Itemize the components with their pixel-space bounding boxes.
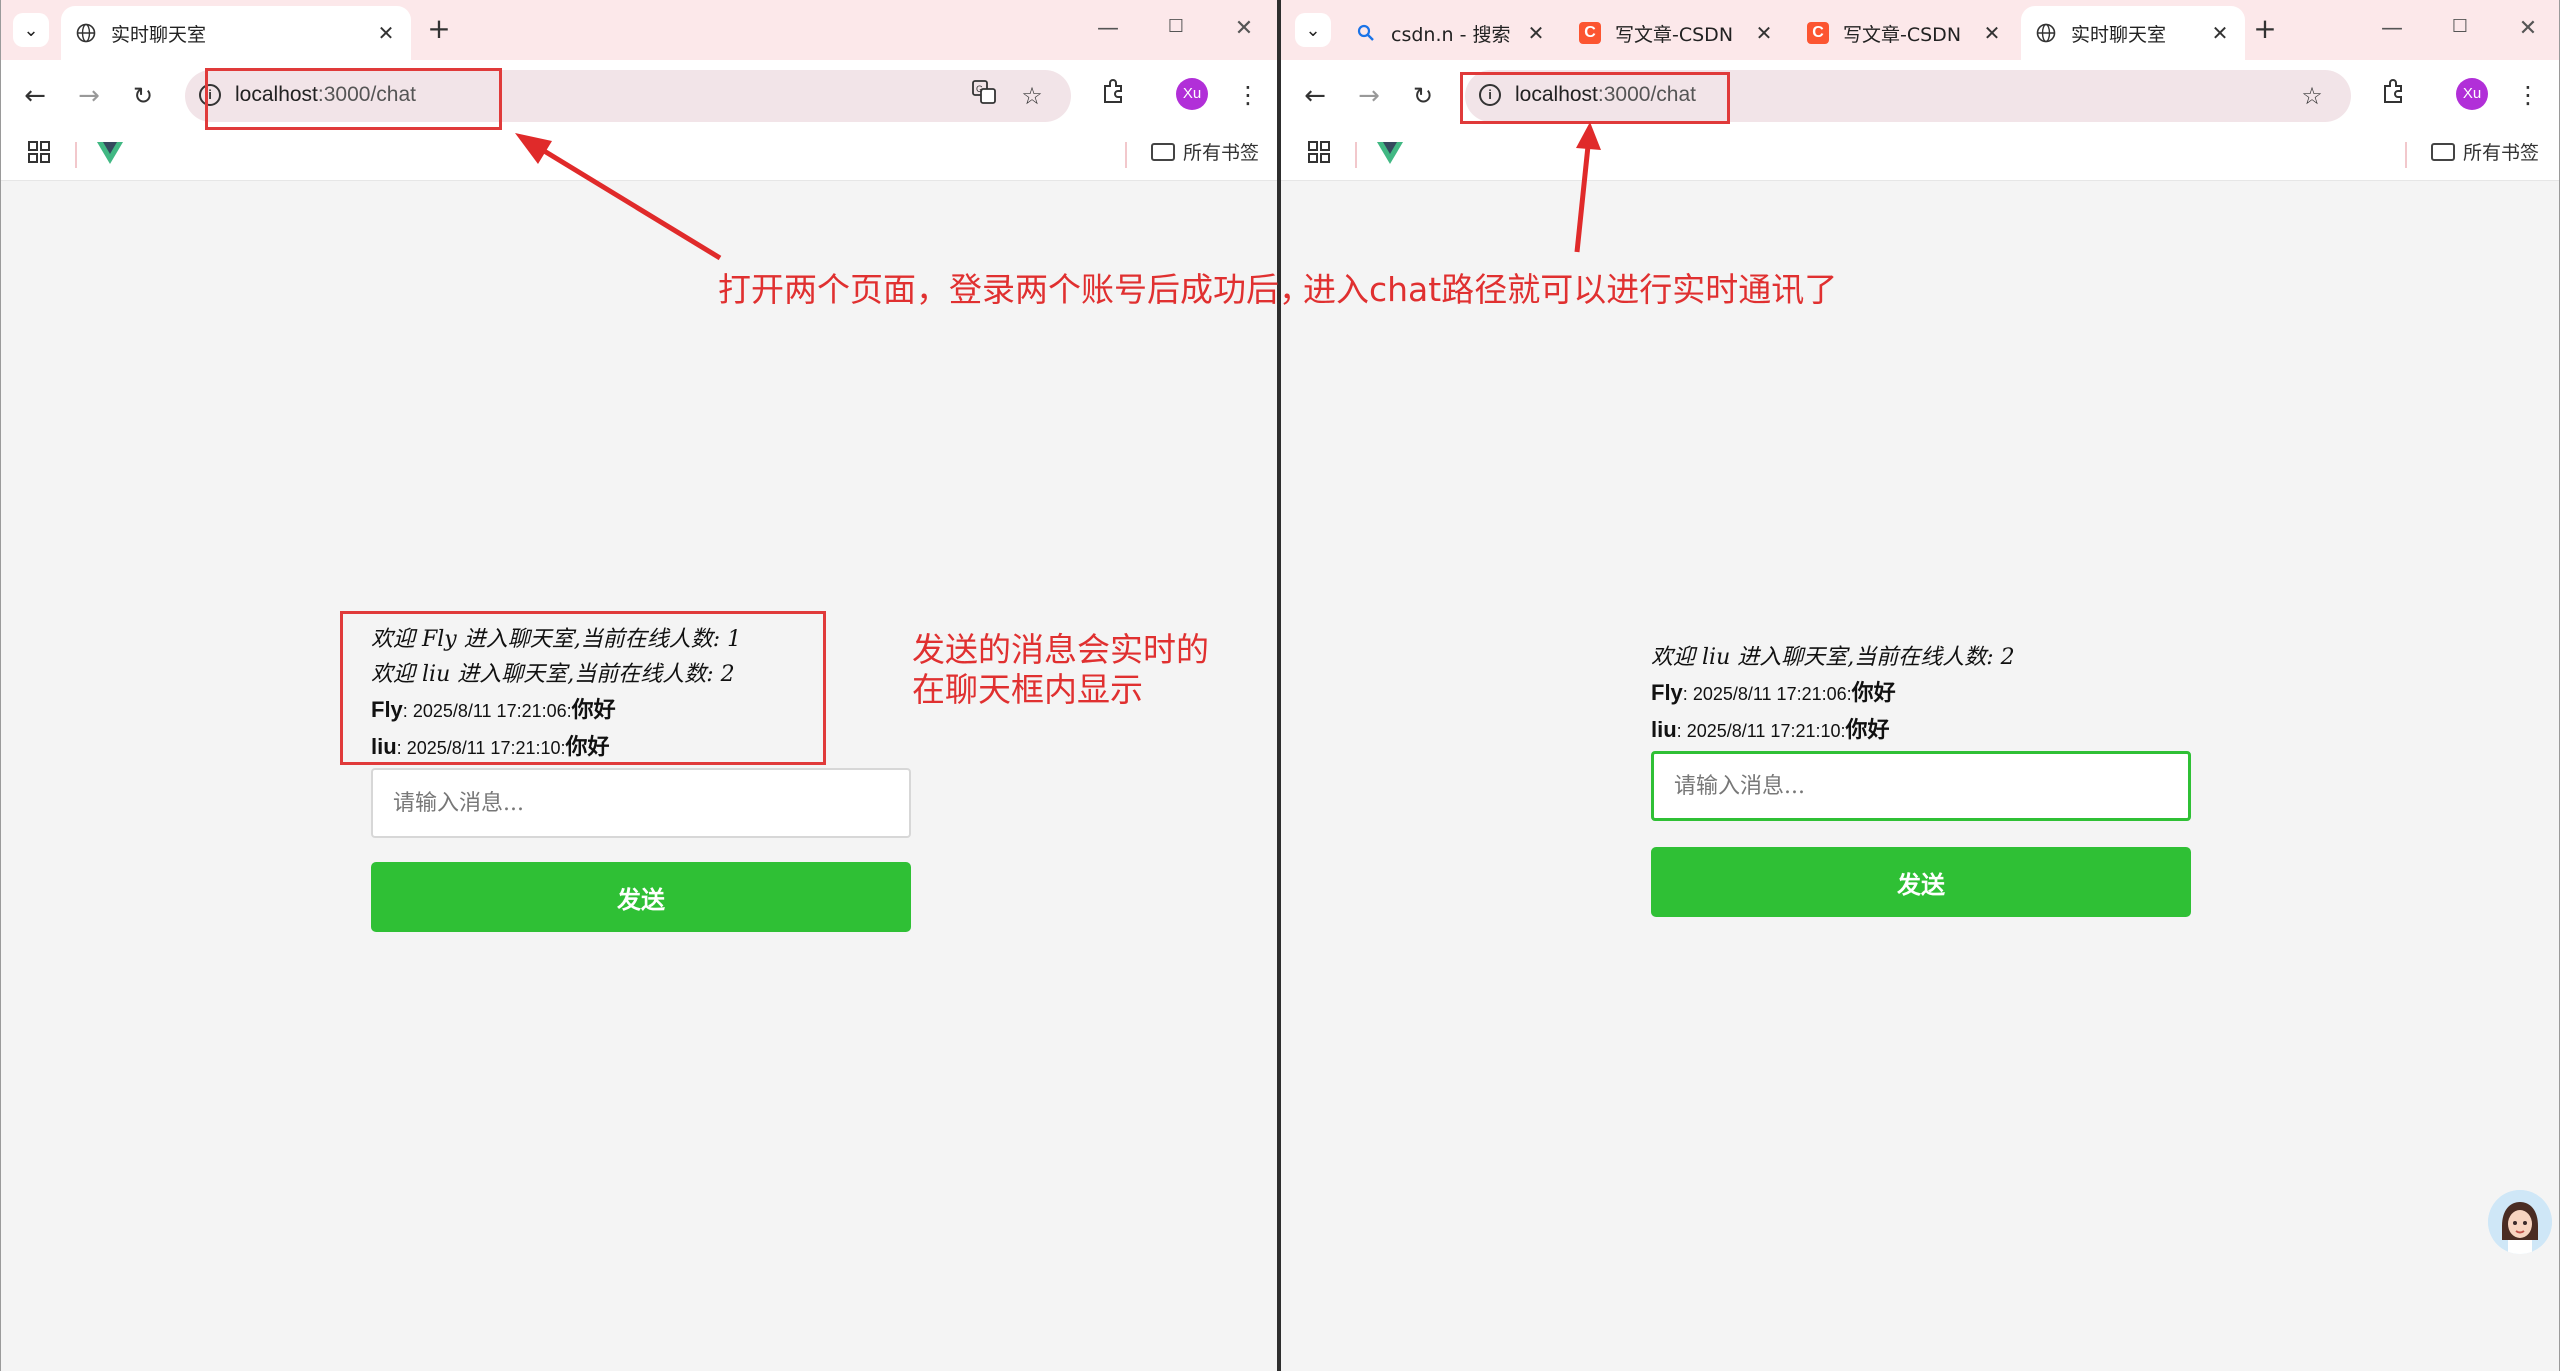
menu-kebab-icon[interactable]: ⋮	[1231, 78, 1265, 112]
message-list: 欢迎 liu 进入聊天室,当前在线人数: 2 Fly: 2025/8/11 17…	[1651, 640, 2191, 749]
message-text: 你好	[1845, 717, 1890, 743]
tab-search[interactable]: csdn.n - 搜索 ✕	[1341, 6, 1561, 60]
minimize-button[interactable]: —	[2377, 16, 2407, 41]
bookmark-star-icon[interactable]: ☆	[1015, 79, 1049, 113]
new-tab-button[interactable]: +	[2249, 14, 2281, 46]
tab-csdn-editor[interactable]: C 写文章-CSDN ✕	[1565, 6, 1789, 60]
csdn-icon: C	[1807, 22, 1829, 44]
highlight-box-right-url	[1460, 72, 1730, 124]
reload-button[interactable]: ↻	[125, 78, 161, 114]
annotation-text: 进入chat路径就可以进行实时通讯了	[1303, 270, 1838, 309]
tab-search-button[interactable]: ⌄	[1295, 13, 1331, 47]
globe-icon	[2035, 22, 2057, 44]
message-time: 2025/8/11 17:21:10	[1686, 721, 1841, 741]
message-input[interactable]	[371, 768, 911, 838]
minimize-button[interactable]: —	[1093, 16, 1123, 41]
toolbar: ← → ↻ i localhost:3000/chat G ☆ Xu ⋮	[1, 60, 1279, 130]
tab-title: 写文章-CSDN	[1843, 23, 1962, 46]
window-close-button[interactable]: ✕	[1229, 16, 1259, 41]
apps-grid-icon[interactable]	[1307, 140, 1335, 168]
message-user: Fly	[1651, 680, 1683, 705]
message-user: liu	[1651, 717, 1677, 742]
extensions-icon[interactable]	[2376, 78, 2410, 112]
close-icon[interactable]: ✕	[1525, 21, 1547, 45]
chat-message: liu: 2025/8/11 17:21:10:你好	[1651, 717, 1890, 743]
search-icon	[1355, 22, 1377, 44]
globe-icon	[75, 22, 97, 44]
message-time: 2025/8/11 17:21:06	[1692, 684, 1847, 704]
tab-title: csdn.n - 搜索	[1391, 23, 1511, 46]
maximize-button[interactable]: ☐	[1161, 16, 1191, 37]
close-icon[interactable]: ✕	[2209, 21, 2231, 45]
assistant-avatar-icon[interactable]	[2488, 1190, 2552, 1254]
forward-button[interactable]: →	[71, 78, 107, 114]
translate-icon[interactable]: G	[967, 79, 1001, 113]
highlight-box-messages	[340, 611, 826, 765]
highlight-box-left-url	[205, 68, 502, 130]
message-text: 你好	[1851, 680, 1896, 706]
close-icon[interactable]: ✕	[1753, 21, 1775, 45]
bookmark-star-icon[interactable]: ☆	[2295, 79, 2329, 113]
bookmark-separator	[75, 142, 77, 168]
bookmarks-bar: 所有书签	[1281, 130, 2559, 181]
tab-strip: ⌄ 实时聊天室 ✕ + — ☐ ✕	[1, 0, 1279, 60]
close-icon[interactable]: ✕	[375, 21, 397, 45]
chevron-down-icon: ⌄	[23, 19, 39, 41]
chat-message: Fly: 2025/8/11 17:21:06:你好	[1651, 680, 1896, 706]
vue-logo-icon[interactable]	[97, 142, 123, 170]
profile-avatar[interactable]: Xu	[2456, 78, 2488, 110]
tab-title: 实时聊天室	[2071, 23, 2167, 46]
back-button[interactable]: ←	[17, 78, 53, 114]
send-button[interactable]: 发送	[371, 862, 911, 932]
tab-title: 写文章-CSDN	[1615, 23, 1734, 46]
annotation-text: 打开两个页面，登录两个账号后成功后，	[718, 270, 1312, 309]
bookmark-separator	[2405, 142, 2407, 168]
browser-chrome: ⌄ 实时聊天室 ✕ + — ☐ ✕ ← → ↻ i localhost:3000…	[1, 0, 1279, 181]
close-icon[interactable]: ✕	[1981, 21, 2003, 45]
bookmark-separator	[1125, 142, 1127, 168]
tab-csdn-editor[interactable]: C 写文章-CSDN ✕	[1793, 6, 2017, 60]
window-close-button[interactable]: ✕	[2513, 16, 2543, 41]
menu-kebab-icon[interactable]: ⋮	[2511, 78, 2545, 112]
apps-grid-icon[interactable]	[27, 140, 55, 168]
chat-container: 欢迎 liu 进入聊天室,当前在线人数: 2 Fly: 2025/8/11 17…	[1651, 640, 2191, 917]
all-bookmarks-folder[interactable]: 所有书签	[2431, 138, 2539, 165]
back-button[interactable]: ←	[1297, 78, 1333, 114]
system-message: 欢迎 liu 进入聊天室,当前在线人数: 2	[1651, 645, 2015, 670]
maximize-button[interactable]: ☐	[2445, 16, 2475, 37]
send-button[interactable]: 发送	[1651, 847, 2191, 917]
tab-strip: ⌄ csdn.n - 搜索 ✕ C 写文章-CSDN ✕ C 写文章-CSDN …	[1281, 0, 2559, 60]
reload-button[interactable]: ↻	[1405, 78, 1441, 114]
browser-window-right: ⌄ csdn.n - 搜索 ✕ C 写文章-CSDN ✕ C 写文章-CSDN …	[1281, 0, 2560, 1371]
csdn-icon: C	[1579, 22, 1601, 44]
bookmarks-bar: 所有书签	[1, 130, 1279, 181]
svg-text:G: G	[976, 84, 983, 94]
extensions-icon[interactable]	[1096, 78, 1130, 112]
tab-chat-room[interactable]: 实时聊天室 ✕	[61, 6, 411, 60]
annotation-text: 发送的消息会实时的	[912, 630, 1209, 669]
folder-icon	[1151, 142, 1175, 161]
message-input[interactable]	[1651, 751, 2191, 821]
bookmark-separator	[1355, 142, 1357, 168]
forward-button[interactable]: →	[1351, 78, 1387, 114]
tab-chat-room[interactable]: 实时聊天室 ✕	[2021, 6, 2245, 60]
annotation-text: 在聊天框内显示	[912, 670, 1143, 709]
profile-avatar[interactable]: Xu	[1176, 78, 1208, 110]
folder-icon	[2431, 142, 2455, 161]
new-tab-button[interactable]: +	[423, 14, 455, 46]
vue-logo-icon[interactable]	[1377, 142, 1403, 170]
chevron-down-icon: ⌄	[1305, 19, 1321, 41]
tab-title: 实时聊天室	[111, 23, 207, 46]
all-bookmarks-folder[interactable]: 所有书签	[1151, 138, 1259, 165]
tab-search-button[interactable]: ⌄	[13, 13, 49, 47]
